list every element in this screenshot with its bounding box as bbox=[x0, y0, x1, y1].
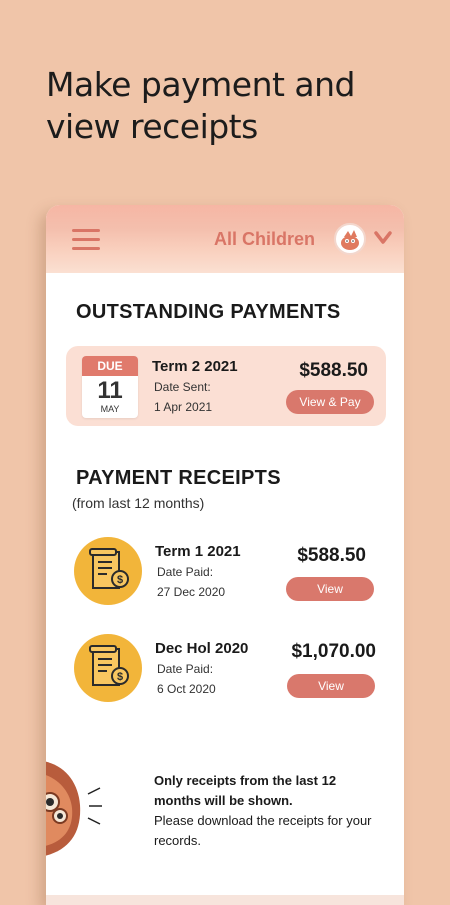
due-month: MAY bbox=[100, 404, 120, 414]
outstanding-payment-card: DUE 11 MAY Term 2 2021 Date Sent: 1 Apr … bbox=[66, 346, 386, 426]
chevron-down-icon[interactable] bbox=[374, 231, 392, 245]
receipt-amount: $588.50 bbox=[297, 545, 366, 566]
hamburger-menu-icon[interactable] bbox=[72, 229, 100, 251]
date-paid-label: Date Paid: bbox=[157, 662, 214, 676]
view-and-pay-button[interactable]: View & Pay bbox=[286, 390, 374, 414]
payment-receipts-heading: PAYMENT RECEIPTS bbox=[76, 467, 281, 489]
receipt-icon: $ bbox=[74, 634, 142, 702]
owl-mascot-icon bbox=[46, 761, 102, 856]
app-bar: All Children bbox=[46, 205, 404, 273]
payment-title: Term 2 2021 bbox=[152, 358, 238, 375]
date-paid-value: 27 Dec 2020 bbox=[157, 585, 226, 599]
receipt-dollar-icon: $ bbox=[89, 645, 129, 686]
receipt-amount: $1,070.00 bbox=[291, 641, 376, 662]
receipt-title: Dec Hol 2020 bbox=[155, 640, 249, 657]
promo-title: Make payment and view receipts bbox=[46, 65, 356, 146]
outstanding-payments-heading: OUTSTANDING PAYMENTS bbox=[76, 301, 341, 323]
date-paid-label: Date Paid: bbox=[157, 565, 214, 579]
owl-avatar-icon bbox=[341, 230, 359, 250]
payment-amount: $588.50 bbox=[299, 360, 368, 381]
receipts-subtitle: (from last 12 months) bbox=[72, 495, 205, 511]
screen-bottom-edge bbox=[46, 895, 404, 905]
date-sent-value: 1 Apr 2021 bbox=[154, 400, 213, 414]
child-selector-label[interactable]: All Children bbox=[214, 229, 315, 250]
svg-text:$: $ bbox=[117, 671, 123, 683]
receipt-dollar-icon: $ bbox=[89, 548, 129, 589]
child-avatar[interactable] bbox=[334, 223, 366, 255]
due-day: 11 bbox=[97, 377, 123, 404]
due-date-calendar: DUE 11 MAY bbox=[82, 356, 138, 418]
receipts-note: Only receipts from the last 12 months wi… bbox=[154, 771, 384, 851]
date-sent-label: Date Sent: bbox=[154, 380, 211, 394]
receipt-icon: $ bbox=[74, 537, 142, 605]
svg-text:$: $ bbox=[117, 574, 123, 586]
receipt-title: Term 1 2021 bbox=[155, 543, 241, 560]
view-receipt-button[interactable]: View bbox=[287, 674, 375, 698]
date-paid-value: 6 Oct 2020 bbox=[157, 682, 216, 696]
view-receipt-button[interactable]: View bbox=[286, 577, 374, 601]
note-normal: Please download the receipts for your re… bbox=[154, 813, 372, 848]
phone-screen: All Children OUTSTANDING PAYMENTS DUE 11… bbox=[46, 205, 404, 905]
due-label: DUE bbox=[82, 356, 138, 376]
note-bold: Only receipts from the last 12 months wi… bbox=[154, 773, 337, 808]
